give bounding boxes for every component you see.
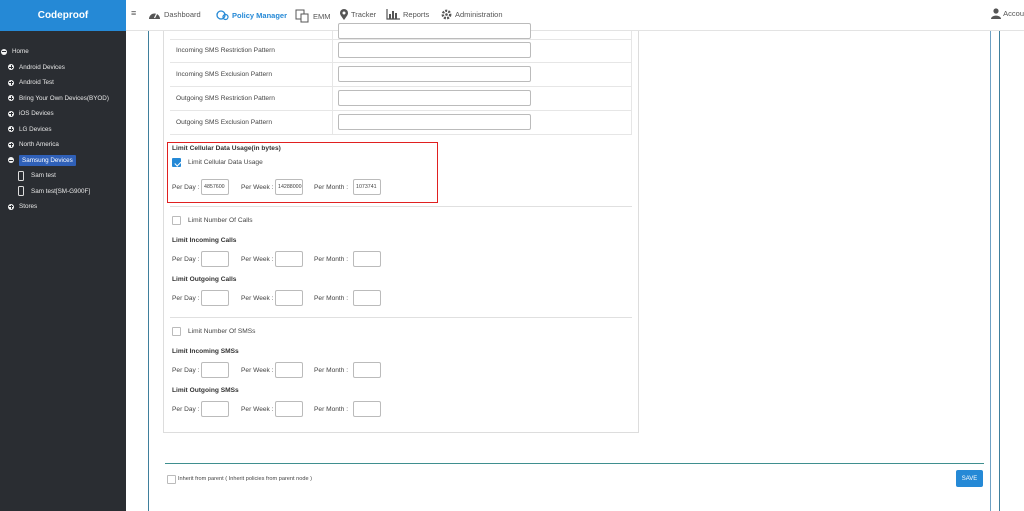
- top-nav: ≡ Dashboard Policy Manager EMM Tracker R…: [126, 0, 1024, 31]
- incoming-calls-per-month-input[interactable]: [353, 251, 381, 267]
- nav-tracker[interactable]: Tracker: [340, 9, 376, 20]
- data-usage-checkbox-label: Limit Cellular Data Usage: [188, 159, 263, 166]
- expand-icon[interactable]: [8, 110, 14, 117]
- expand-icon[interactable]: [8, 95, 14, 102]
- brand-logo[interactable]: Codeproof: [0, 0, 126, 31]
- policy-manager-icon: [216, 10, 229, 21]
- outgoing-calls-per-day-input[interactable]: [201, 290, 229, 306]
- expand-icon[interactable]: [8, 203, 14, 210]
- tree-node-android-devices[interactable]: Android Devices: [0, 60, 126, 76]
- expand-icon[interactable]: [8, 64, 14, 71]
- user-icon: [991, 8, 1002, 19]
- tree-node-sam-test-sm-g900f[interactable]: Sam test[SM-G900F]: [0, 184, 126, 200]
- footer-divider: [165, 463, 984, 464]
- tree-node-byod[interactable]: Bring Your Own Devices(BYOD): [0, 91, 126, 107]
- tree-node-stores[interactable]: Stores: [0, 199, 126, 215]
- nav-emm[interactable]: EMM: [295, 9, 331, 23]
- data-per-month-input[interactable]: 1073741: [353, 179, 381, 195]
- outgoing-sms-per-month-input[interactable]: [353, 401, 381, 417]
- data-per-day-input[interactable]: 4857600: [201, 179, 229, 195]
- incoming-calls-per-week-input[interactable]: [275, 251, 303, 267]
- outgoing-sms-exclusion-input[interactable]: [338, 114, 531, 130]
- nav-reports[interactable]: Reports: [386, 9, 429, 20]
- frame-divider: [990, 31, 991, 511]
- tree-node-samsung-devices[interactable]: Samsung Devices: [0, 153, 126, 169]
- pattern-row-incoming-exclusion: Incoming SMS Exclusion Pattern: [170, 63, 632, 87]
- phone-icon: [18, 170, 24, 181]
- bar-chart-icon: [386, 9, 400, 20]
- save-button[interactable]: SAVE: [956, 470, 983, 487]
- incoming-sms-exclusion-input[interactable]: [338, 66, 531, 82]
- outgoing-sms-per-week-input[interactable]: [275, 401, 303, 417]
- dashboard-icon: [149, 12, 160, 19]
- incoming-sms-restriction-input[interactable]: [338, 42, 531, 58]
- divider: [170, 206, 632, 207]
- collapse-icon[interactable]: [1, 48, 7, 55]
- limit-sms-checkbox[interactable]: [172, 327, 181, 336]
- map-pin-icon: [340, 9, 348, 20]
- hamburger-menu-icon[interactable]: ≡: [131, 8, 136, 18]
- outgoing-calls-per-month-input[interactable]: [353, 290, 381, 306]
- outgoing-calls-per-week-input[interactable]: [275, 290, 303, 306]
- incoming-sms-per-month-input[interactable]: [353, 362, 381, 378]
- gear-icon: [441, 9, 452, 20]
- tree-node-ios-devices[interactable]: iOS Devices: [0, 106, 126, 122]
- sidebar: Codeproof Home Android Devices Android T…: [0, 0, 126, 511]
- tree-node-lg-devices[interactable]: LG Devices: [0, 122, 126, 138]
- divider: [170, 317, 632, 318]
- pattern-row-incoming-restriction: Incoming SMS Restriction Pattern: [170, 39, 632, 63]
- nav-dashboard[interactable]: Dashboard: [148, 9, 201, 20]
- device-tree: Home Android Devices Android Test Bring …: [0, 44, 126, 215]
- incoming-calls-per-day-input[interactable]: [201, 251, 229, 267]
- expand-icon[interactable]: [8, 126, 14, 133]
- collapse-icon[interactable]: [8, 157, 14, 164]
- outgoing-sms-per-day-input[interactable]: [201, 401, 229, 417]
- tree-node-home[interactable]: Home: [0, 44, 126, 60]
- phone-icon: [18, 186, 24, 197]
- emm-icon: [295, 9, 309, 23]
- pattern-input-partial[interactable]: [338, 23, 531, 39]
- inherit-from-parent-label: Inherit from parent ( Inherit policies f…: [178, 476, 313, 482]
- pattern-row-outgoing-exclusion: Outgoing SMS Exclusion Pattern: [170, 111, 632, 135]
- inherit-from-parent-checkbox[interactable]: [167, 475, 176, 484]
- tree-node-sam-test[interactable]: Sam test: [0, 168, 126, 184]
- expand-icon[interactable]: [8, 141, 14, 148]
- data-per-week-input[interactable]: 14288000: [275, 179, 303, 195]
- tree-node-north-america[interactable]: North America: [0, 137, 126, 153]
- data-usage-title: Limit Cellular Data Usage(in bytes): [172, 145, 281, 152]
- nav-administration[interactable]: Administration: [441, 9, 503, 20]
- pattern-row-outgoing-restriction: Outgoing SMS Restriction Pattern: [170, 87, 632, 111]
- expand-icon[interactable]: [8, 79, 14, 86]
- data-usage-checkbox[interactable]: [172, 158, 181, 167]
- nav-policy-manager[interactable]: Policy Manager: [216, 9, 287, 21]
- incoming-sms-per-week-input[interactable]: [275, 362, 303, 378]
- limit-calls-checkbox[interactable]: [172, 216, 181, 225]
- account-menu[interactable]: Accou: [991, 8, 1024, 19]
- incoming-sms-per-day-input[interactable]: [201, 362, 229, 378]
- tree-node-android-test[interactable]: Android Test: [0, 75, 126, 91]
- outgoing-sms-restriction-input[interactable]: [338, 90, 531, 106]
